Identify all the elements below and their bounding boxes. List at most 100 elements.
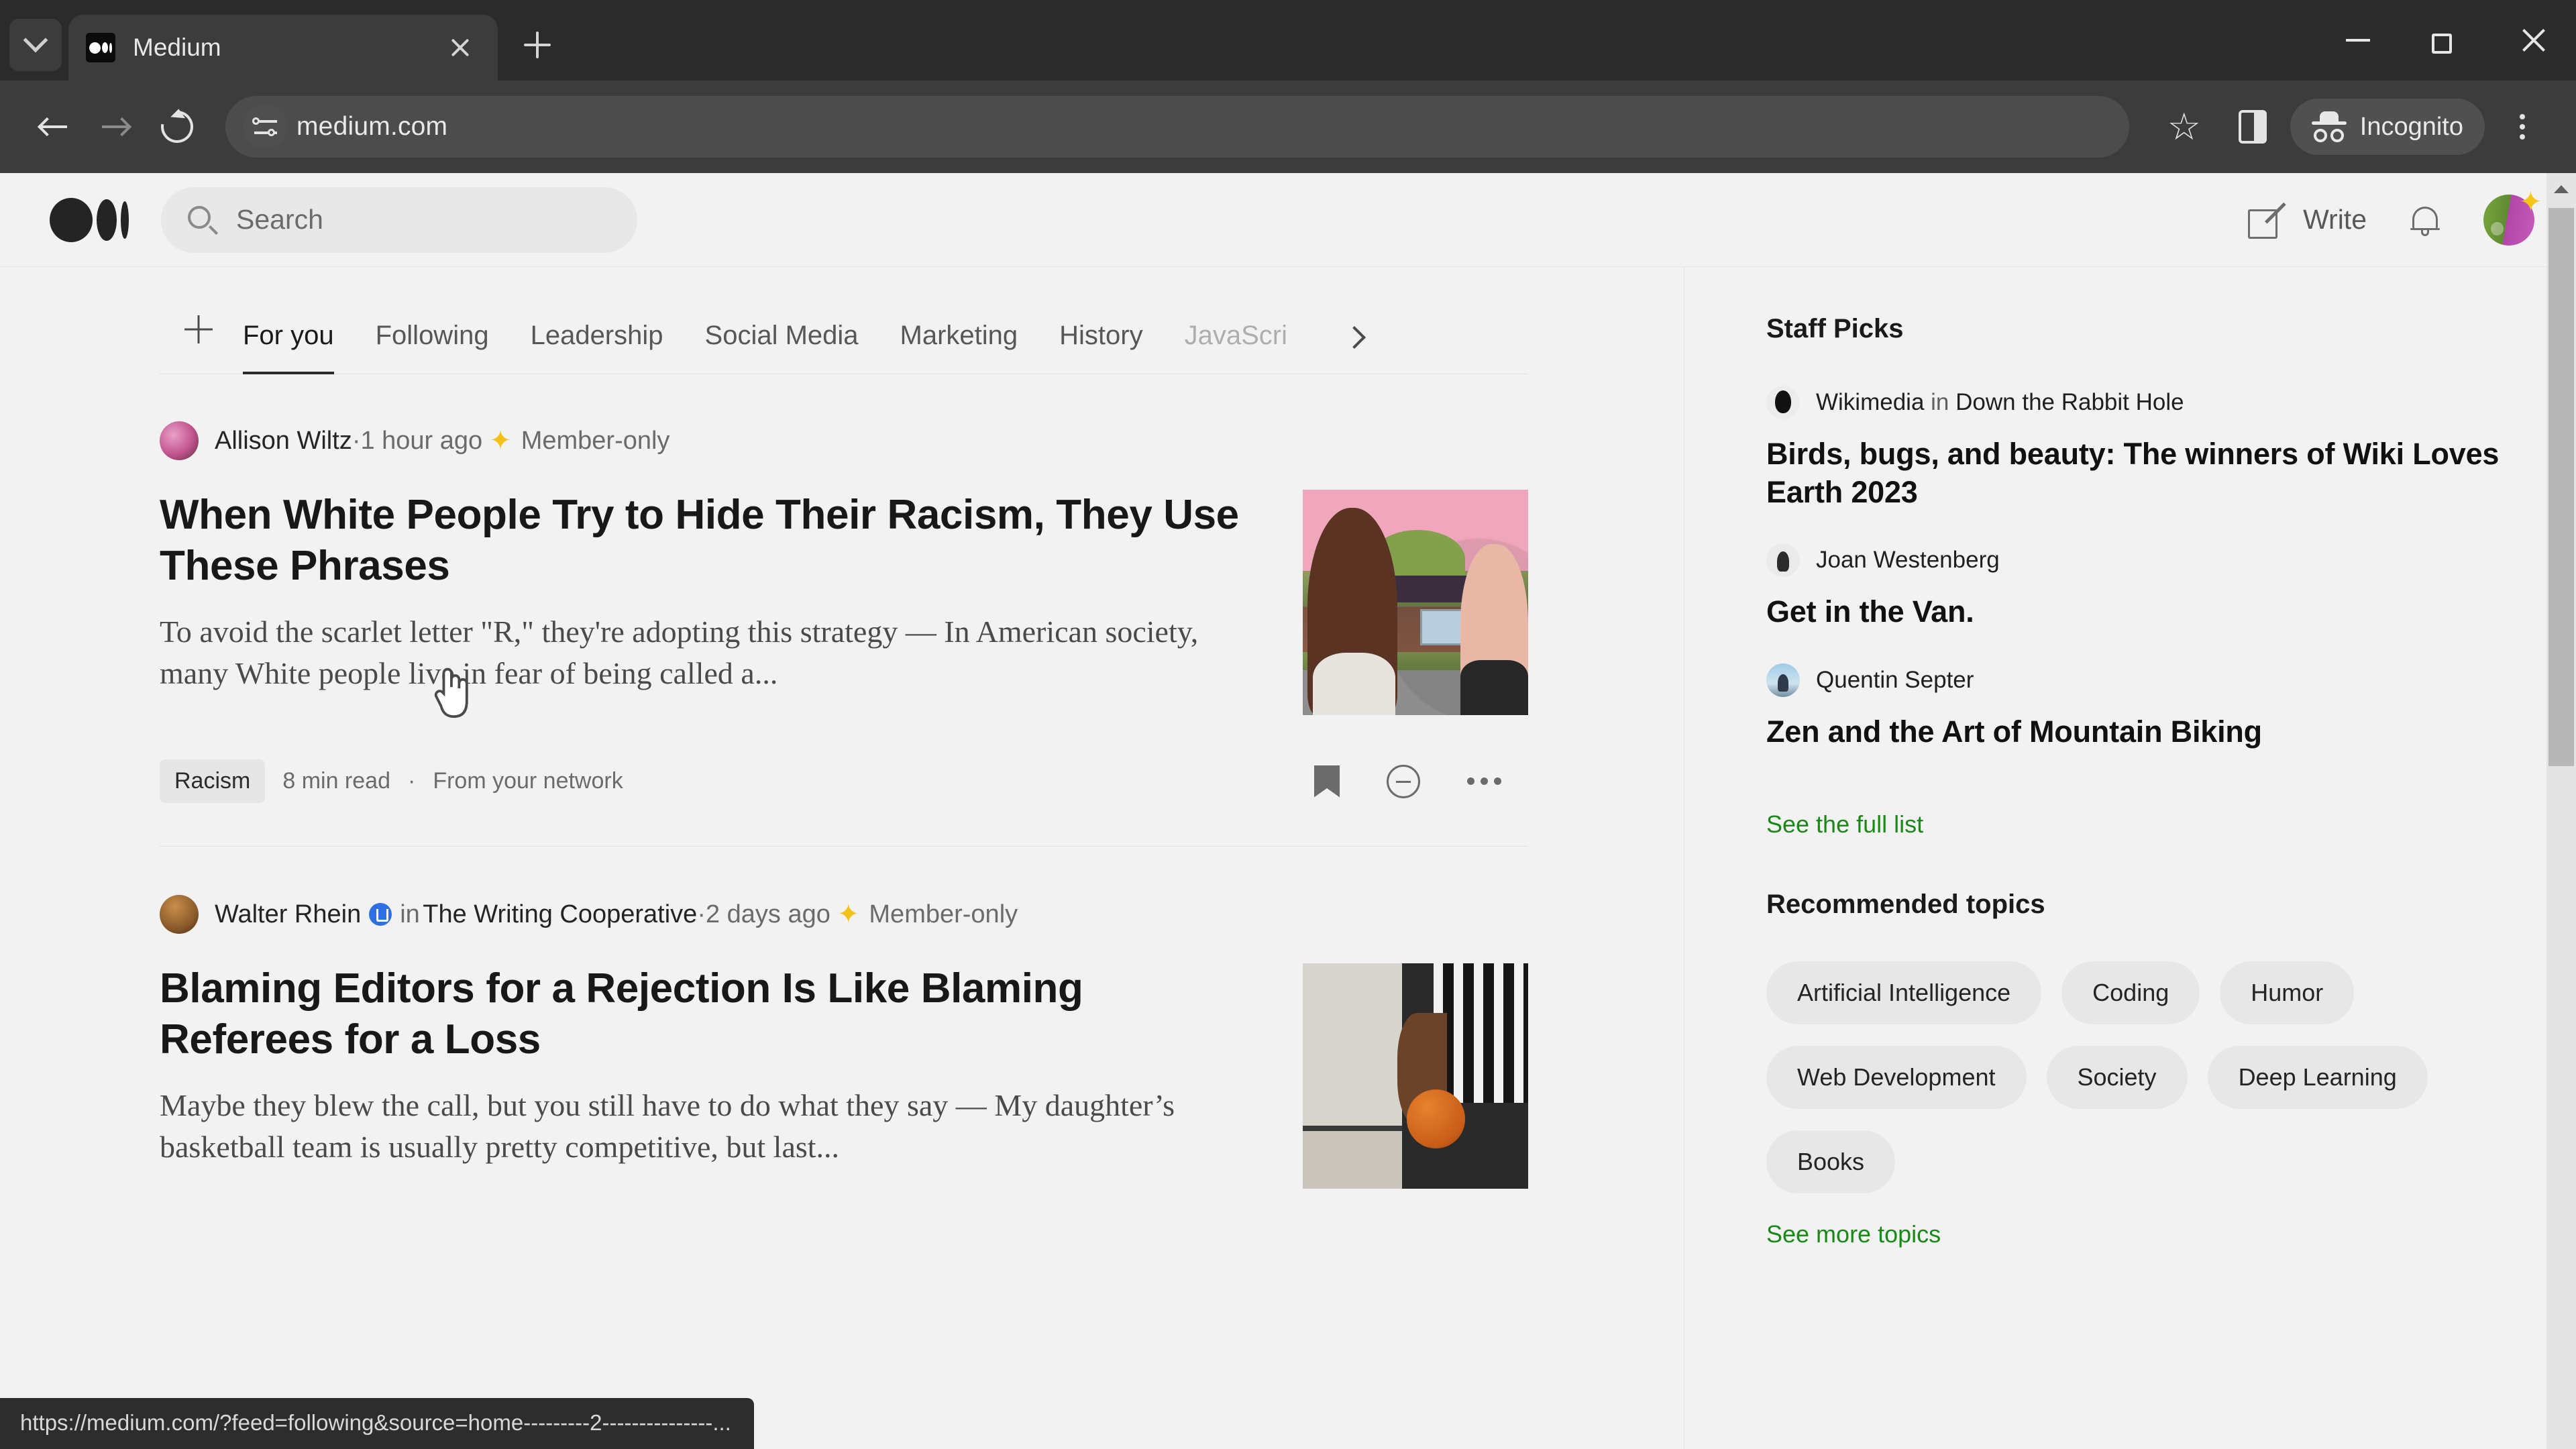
publication-name[interactable]: The Writing Cooperative — [423, 900, 697, 929]
minus-circle-icon[interactable] — [1387, 764, 1420, 798]
browser-window: Medium medium.com Incognito Search Write… — [0, 0, 2576, 1449]
browser-menu-button[interactable] — [2491, 96, 2553, 158]
feed-column: For you Following Leadership Social Medi… — [0, 267, 1684, 1449]
medium-header: Search Write ✦ — [0, 173, 2576, 267]
read-time: 8 min read — [282, 768, 390, 794]
feed-tabs: For you Following Leadership Social Medi… — [160, 267, 1528, 374]
write-button[interactable]: Write — [2248, 201, 2367, 239]
topic-chip-books[interactable]: Books — [1766, 1130, 1896, 1193]
user-avatar[interactable]: ✦ — [2483, 187, 2542, 246]
member-only-badge: Member-only — [521, 426, 670, 455]
page-scrollbar[interactable] — [2546, 173, 2576, 1449]
arrow-left-icon — [37, 115, 68, 138]
topic-chip-coding[interactable]: Coding — [2061, 961, 2200, 1024]
byline: Walter Rhein in The Writing Cooperative … — [160, 895, 1528, 934]
pick-title[interactable]: Zen and the Art of Mountain Biking — [1766, 713, 2576, 751]
close-window-button[interactable] — [2489, 0, 2576, 80]
timestamp: 2 days ago — [705, 900, 830, 928]
see-full-list-link[interactable]: See the full list — [1766, 810, 1923, 839]
story-excerpt: To avoid the scarlet letter "R," they're… — [160, 614, 1199, 690]
tab-social-media[interactable]: Social Media — [705, 321, 859, 374]
header-actions: Write ✦ — [2248, 187, 2542, 246]
topic-chip-humor[interactable]: Humor — [2220, 961, 2355, 1024]
new-tab-button[interactable] — [513, 20, 562, 70]
topic-chip-list: Artificial Intelligence Coding Humor Web… — [1766, 961, 2444, 1193]
address-bar[interactable]: medium.com — [225, 96, 2129, 158]
more-dots-icon[interactable] — [1467, 777, 1501, 785]
search-icon — [188, 205, 219, 235]
pick-author[interactable]: Joan Westenberg — [1816, 547, 2000, 574]
topic-chip-society[interactable]: Society — [2046, 1045, 2188, 1109]
incognito-indicator[interactable]: Incognito — [2290, 99, 2485, 155]
byline-separator: · — [697, 900, 706, 928]
medium-logo-icon[interactable] — [50, 197, 129, 242]
publication-badge-icon — [369, 903, 392, 926]
story-title[interactable]: Blaming Editors for a Rejection Is Like … — [160, 963, 1263, 1065]
status-bar-url: https://medium.com/?feed=following&sourc… — [0, 1398, 754, 1449]
back-button[interactable] — [23, 96, 85, 158]
close-icon — [2519, 27, 2546, 54]
scroll-up-arrow-icon[interactable] — [2546, 173, 2576, 203]
bell-icon[interactable] — [2410, 203, 2440, 237]
pick-publication[interactable]: Down the Rabbit Hole — [1955, 389, 2184, 415]
pick-title[interactable]: Birds, bugs, and beauty: The winners of … — [1766, 435, 2576, 511]
recommended-topics-heading: Recommended topics — [1766, 889, 2045, 919]
pick-title[interactable]: Get in the Van. — [1766, 593, 2576, 631]
scrollbar-thumb[interactable] — [2548, 208, 2574, 766]
chevron-right-icon[interactable] — [1341, 324, 1368, 351]
add-topic-button[interactable] — [178, 309, 219, 350]
story-card[interactable]: Walter Rhein in The Writing Cooperative … — [160, 846, 1528, 1189]
see-more-topics-link[interactable]: See more topics — [1766, 1220, 1941, 1248]
story-card[interactable]: Allison Wiltz · 1 hour ago ✦ Member-only… — [160, 374, 1528, 803]
maximize-button[interactable] — [2402, 0, 2489, 80]
topic-chip-web-development[interactable]: Web Development — [1766, 1045, 2027, 1109]
incognito-label: Incognito — [2359, 112, 2463, 141]
write-label: Write — [2303, 204, 2367, 235]
tune-icon[interactable] — [243, 105, 287, 149]
bookmark-icon[interactable] — [1314, 765, 1340, 798]
story-title[interactable]: When White People Try to Hide Their Raci… — [160, 490, 1263, 591]
reload-button[interactable] — [146, 96, 208, 158]
arrow-right-icon — [101, 115, 132, 138]
write-pencil-icon — [2248, 201, 2286, 239]
staff-pick-item[interactable]: Joan Westenberg Get in the Van. — [1766, 543, 2576, 631]
reload-icon — [154, 104, 200, 150]
tab-history[interactable]: History — [1059, 321, 1142, 374]
page-viewport: Search Write ✦ For you Following Leaders… — [0, 173, 2576, 1449]
staff-pick-item[interactable]: Quentin Septer Zen and the Art of Mounta… — [1766, 663, 2576, 751]
story-excerpt: Maybe they blew the call, but you still … — [160, 1088, 1175, 1164]
in-word: in — [400, 900, 420, 928]
avatar — [160, 895, 199, 934]
story-thumbnail[interactable] — [1303, 963, 1528, 1189]
member-star-icon: ✦ — [837, 900, 860, 929]
tab-following[interactable]: Following — [376, 321, 489, 374]
story-thumbnail[interactable] — [1303, 490, 1528, 715]
tab-for-you[interactable]: For you — [243, 321, 334, 374]
meta-dot: · — [407, 768, 416, 794]
pick-author[interactable]: Wikimedia — [1816, 389, 1924, 415]
star-badge-icon: ✦ — [2518, 185, 2542, 217]
tab-marketing[interactable]: Marketing — [900, 321, 1018, 374]
story-meta: Racism 8 min read · From your network — [160, 759, 1528, 803]
forward-button[interactable] — [85, 96, 146, 158]
tab-strip: Medium — [0, 0, 2576, 80]
pick-author[interactable]: Quentin Septer — [1816, 667, 1974, 694]
search-input[interactable]: Search — [161, 186, 637, 253]
timestamp: 1 hour ago — [360, 426, 483, 455]
topic-chip-racism[interactable]: Racism — [160, 759, 266, 803]
topic-chip-artificial-intelligence[interactable]: Artificial Intelligence — [1766, 961, 2042, 1024]
browser-tab-medium[interactable]: Medium — [68, 15, 498, 80]
tab-search-button[interactable] — [9, 19, 62, 71]
topic-chip-deep-learning[interactable]: Deep Learning — [2207, 1045, 2428, 1109]
bookmark-star-button[interactable] — [2153, 96, 2215, 158]
author-name[interactable]: Walter Rhein — [215, 900, 361, 929]
tab-leadership[interactable]: Leadership — [531, 321, 663, 374]
staff-pick-item[interactable]: Wikimedia in Down the Rabbit Hole Birds,… — [1766, 386, 2576, 511]
side-panel-button[interactable] — [2222, 96, 2284, 158]
avatar — [1766, 543, 1800, 578]
tab-javascript[interactable]: JavaScri — [1185, 321, 1287, 374]
close-icon[interactable] — [440, 28, 480, 68]
minimize-button[interactable] — [2314, 0, 2402, 80]
author-name[interactable]: Allison Wiltz — [215, 427, 352, 455]
incognito-hat-icon — [2311, 111, 2347, 142]
